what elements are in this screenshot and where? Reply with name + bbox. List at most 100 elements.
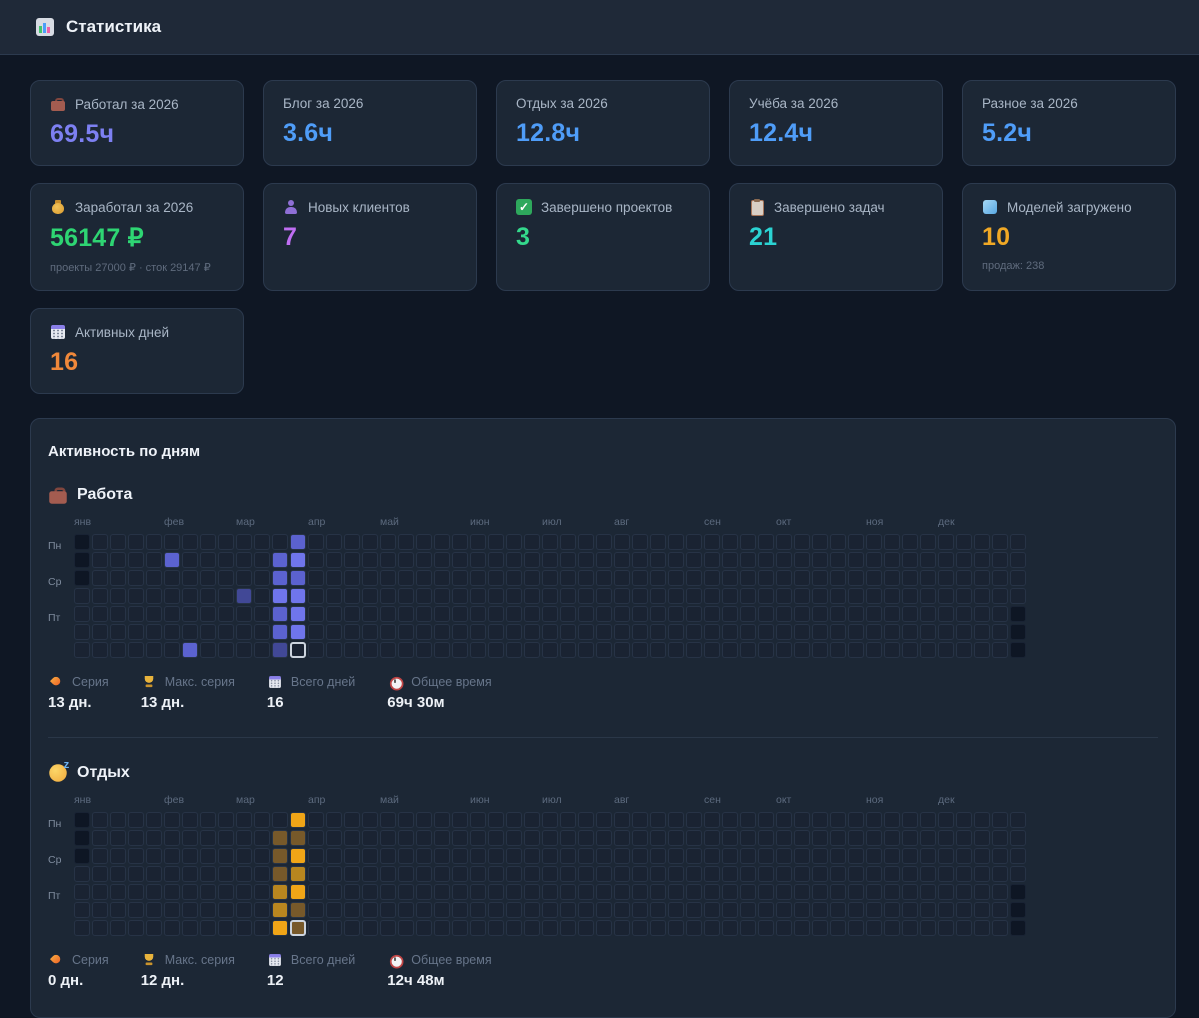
heatmap-cell[interactable] [398, 902, 414, 918]
heatmap-cell[interactable] [200, 534, 216, 550]
heatmap-cell[interactable] [560, 902, 576, 918]
heatmap-cell[interactable] [326, 642, 342, 658]
heatmap-cell[interactable] [344, 534, 360, 550]
heatmap-cell[interactable] [722, 606, 738, 622]
heatmap-cell[interactable] [146, 866, 162, 882]
heatmap-cell[interactable] [758, 902, 774, 918]
heatmap-cell[interactable] [128, 920, 144, 936]
heatmap-cell[interactable] [794, 570, 810, 586]
heatmap-cell[interactable] [848, 552, 864, 568]
heatmap-cell[interactable] [92, 534, 108, 550]
heatmap-cell[interactable] [290, 534, 306, 550]
heatmap-cell[interactable] [524, 570, 540, 586]
heatmap-cell[interactable] [578, 902, 594, 918]
heatmap-cell[interactable] [380, 866, 396, 882]
heatmap-cell[interactable] [344, 884, 360, 900]
heatmap-cell[interactable] [956, 588, 972, 604]
heatmap-cell[interactable] [200, 552, 216, 568]
heatmap-cell[interactable] [506, 848, 522, 864]
heatmap-cell[interactable] [596, 552, 612, 568]
heatmap-cell[interactable] [398, 570, 414, 586]
heatmap-cell[interactable] [146, 570, 162, 586]
heatmap-cell[interactable] [632, 902, 648, 918]
heatmap-cell[interactable] [344, 830, 360, 846]
heatmap-cell[interactable] [920, 624, 936, 640]
heatmap-cell[interactable] [956, 902, 972, 918]
heatmap-cell[interactable] [92, 866, 108, 882]
heatmap-cell[interactable] [200, 902, 216, 918]
heatmap-cell[interactable] [632, 552, 648, 568]
heatmap-cell[interactable] [164, 534, 180, 550]
heatmap-cell[interactable] [92, 848, 108, 864]
heatmap-cell[interactable] [704, 848, 720, 864]
heatmap-cell[interactable] [218, 642, 234, 658]
heatmap-cell[interactable] [848, 830, 864, 846]
heatmap-cell[interactable] [362, 552, 378, 568]
heatmap-cell[interactable] [110, 902, 126, 918]
heatmap-cell[interactable] [128, 866, 144, 882]
heatmap-cell[interactable] [794, 534, 810, 550]
heatmap-cell[interactable] [938, 588, 954, 604]
heatmap-cell[interactable] [434, 866, 450, 882]
heatmap-cell[interactable] [146, 830, 162, 846]
heatmap-cell[interactable] [74, 866, 90, 882]
heatmap-cell[interactable] [578, 642, 594, 658]
heatmap-cell[interactable] [524, 642, 540, 658]
heatmap-cell[interactable] [686, 552, 702, 568]
heatmap-cell[interactable] [884, 606, 900, 622]
heatmap-cell[interactable] [992, 848, 1008, 864]
heatmap-cell[interactable] [470, 534, 486, 550]
heatmap-cell[interactable] [74, 534, 90, 550]
heatmap-cell[interactable] [344, 902, 360, 918]
heatmap-cell[interactable] [74, 812, 90, 828]
heatmap-cell[interactable] [542, 884, 558, 900]
heatmap-cell[interactable] [776, 812, 792, 828]
heatmap-cell[interactable] [974, 866, 990, 882]
heatmap-cell[interactable] [596, 866, 612, 882]
heatmap-cell[interactable] [560, 848, 576, 864]
heatmap-cell[interactable] [632, 866, 648, 882]
heatmap-cell[interactable] [380, 902, 396, 918]
heatmap-cell[interactable] [1010, 812, 1026, 828]
heatmap-cell[interactable] [416, 588, 432, 604]
heatmap-cell[interactable] [452, 830, 468, 846]
heatmap-cell[interactable] [596, 848, 612, 864]
heatmap-cell[interactable] [902, 866, 918, 882]
heatmap-cell[interactable] [416, 606, 432, 622]
heatmap-cell[interactable] [668, 920, 684, 936]
heatmap-cell[interactable] [524, 830, 540, 846]
heatmap-cell[interactable] [848, 642, 864, 658]
heatmap-cell[interactable] [1010, 624, 1026, 640]
heatmap-cell[interactable] [254, 642, 270, 658]
heatmap-cell[interactable] [830, 902, 846, 918]
heatmap-cell[interactable] [452, 920, 468, 936]
heatmap-cell[interactable] [128, 552, 144, 568]
heatmap-cell[interactable] [902, 588, 918, 604]
heatmap-cell[interactable] [650, 830, 666, 846]
heatmap-cell[interactable] [272, 812, 288, 828]
heatmap-cell[interactable] [578, 534, 594, 550]
heatmap-cell[interactable] [812, 642, 828, 658]
heatmap-cell[interactable] [866, 552, 882, 568]
heatmap-cell[interactable] [794, 552, 810, 568]
heatmap-cell[interactable] [470, 848, 486, 864]
heatmap-cell[interactable] [470, 830, 486, 846]
heatmap-cell[interactable] [794, 624, 810, 640]
heatmap-cell[interactable] [308, 588, 324, 604]
heatmap-cell[interactable] [560, 552, 576, 568]
heatmap-cell[interactable] [560, 642, 576, 658]
heatmap-cell[interactable] [740, 830, 756, 846]
heatmap-cell[interactable] [128, 588, 144, 604]
heatmap-cell[interactable] [722, 848, 738, 864]
heatmap-cell[interactable] [470, 920, 486, 936]
heatmap-cell[interactable] [758, 920, 774, 936]
heatmap-cell[interactable] [884, 866, 900, 882]
heatmap-cell[interactable] [362, 848, 378, 864]
heatmap-cell[interactable] [236, 606, 252, 622]
heatmap-cell[interactable] [848, 624, 864, 640]
heatmap-cell[interactable] [416, 570, 432, 586]
heatmap-cell[interactable] [812, 534, 828, 550]
heatmap-cell[interactable] [974, 570, 990, 586]
heatmap-cell[interactable] [722, 866, 738, 882]
heatmap-cell[interactable] [578, 866, 594, 882]
